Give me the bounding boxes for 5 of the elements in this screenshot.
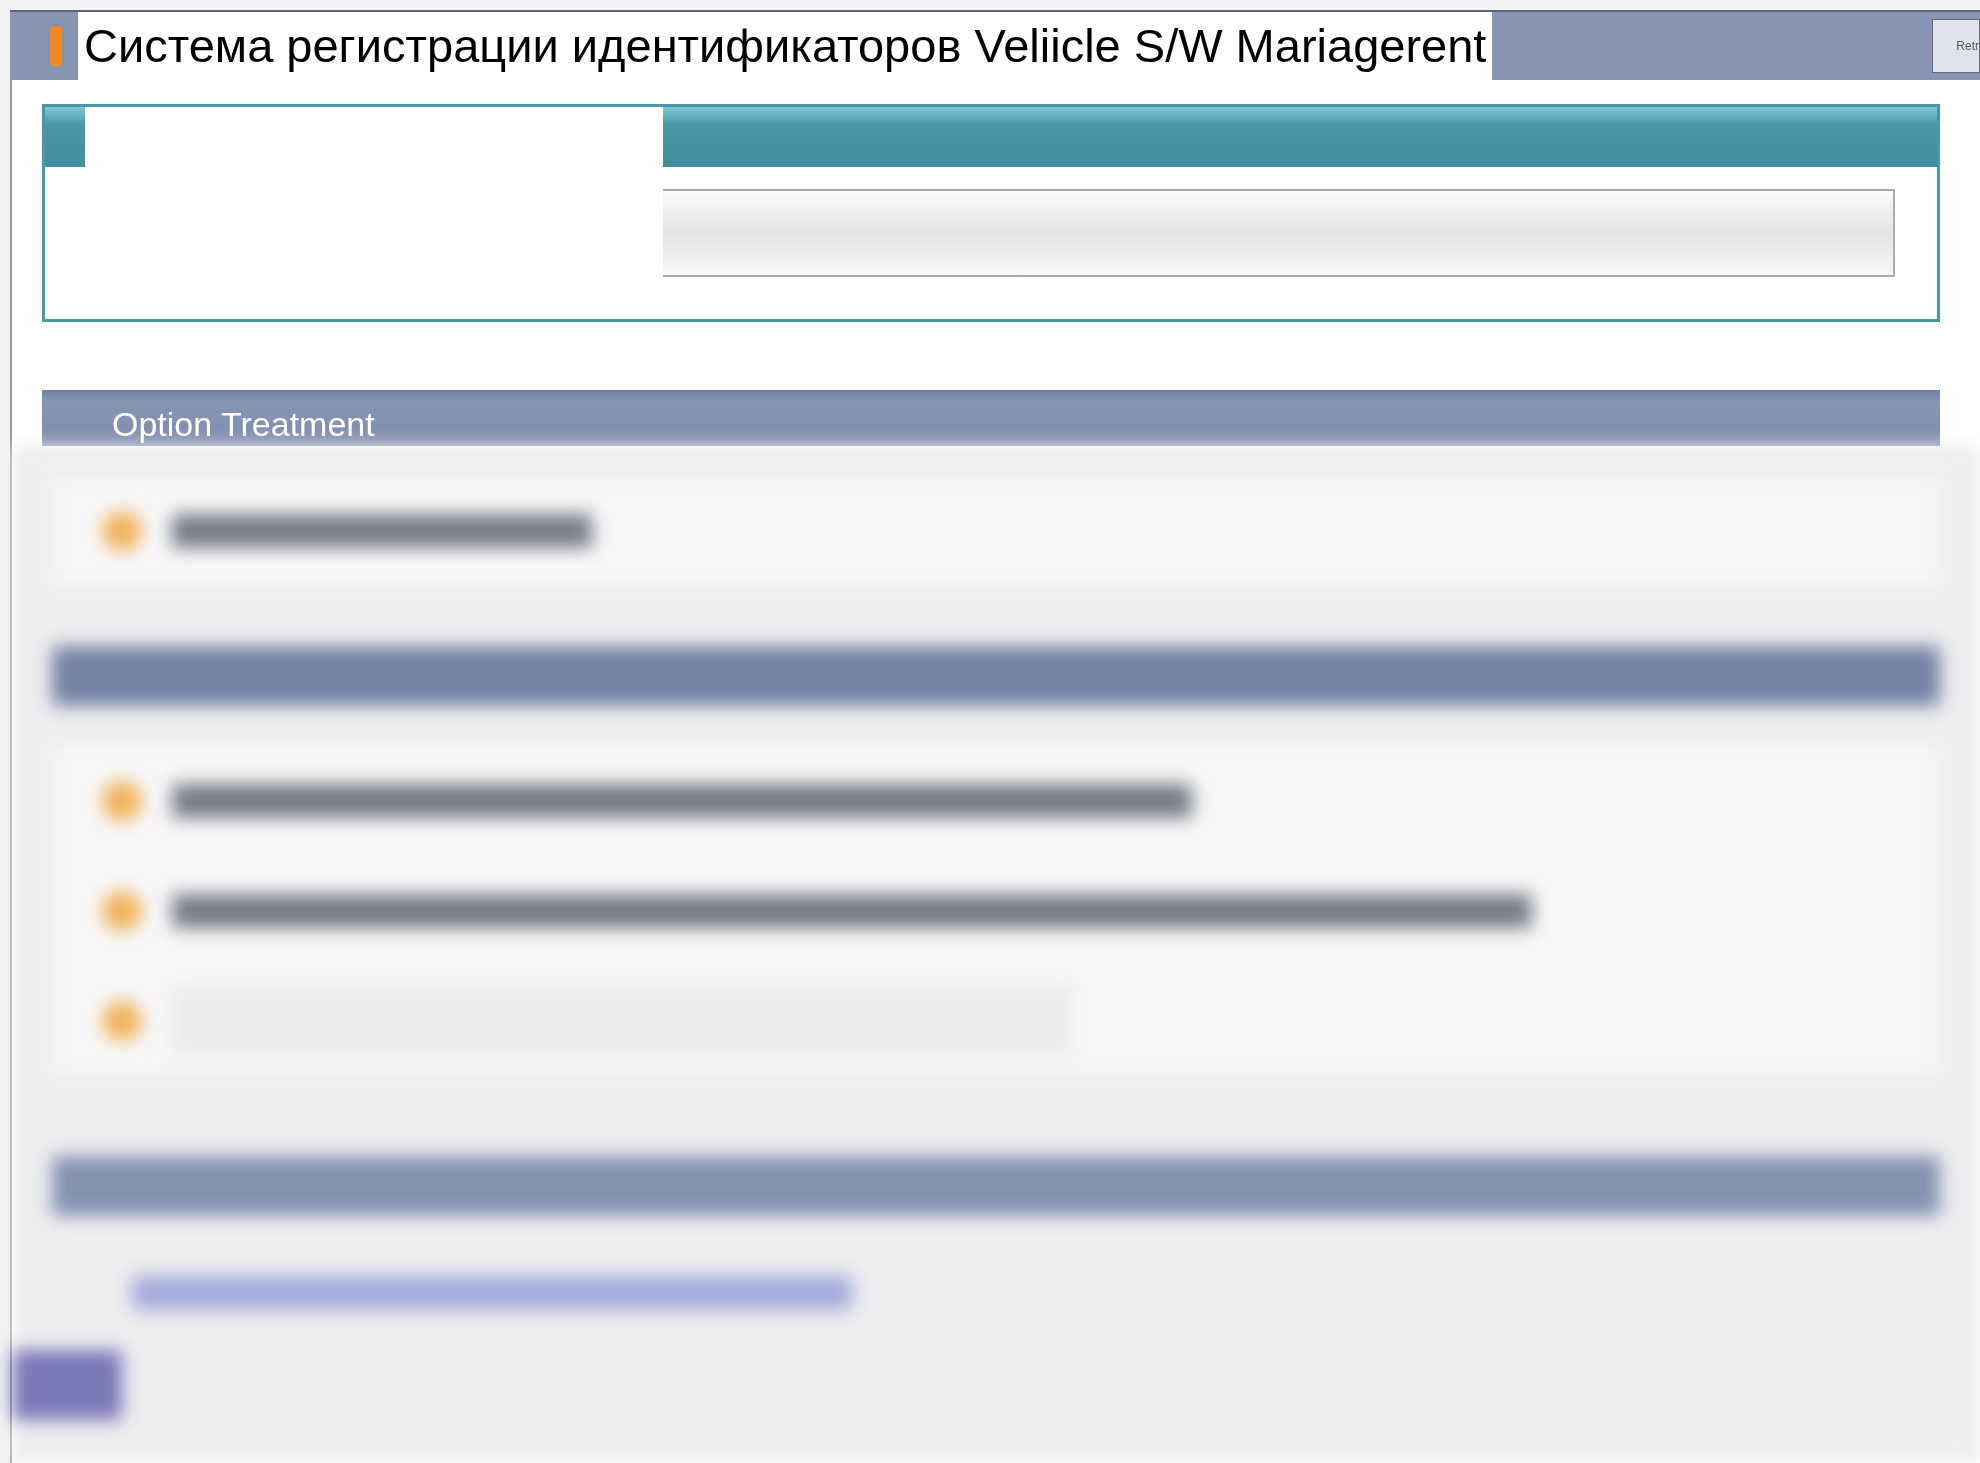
input-field[interactable] — [663, 189, 1895, 277]
panel-header — [45, 107, 85, 167]
window-title: Система регистрации идентификаторов Veliicle S/W Mariagerent — [78, 12, 1493, 80]
retry-button[interactable]: Retr — [1932, 19, 1980, 73]
section-title: Option Treatment — [112, 404, 375, 445]
